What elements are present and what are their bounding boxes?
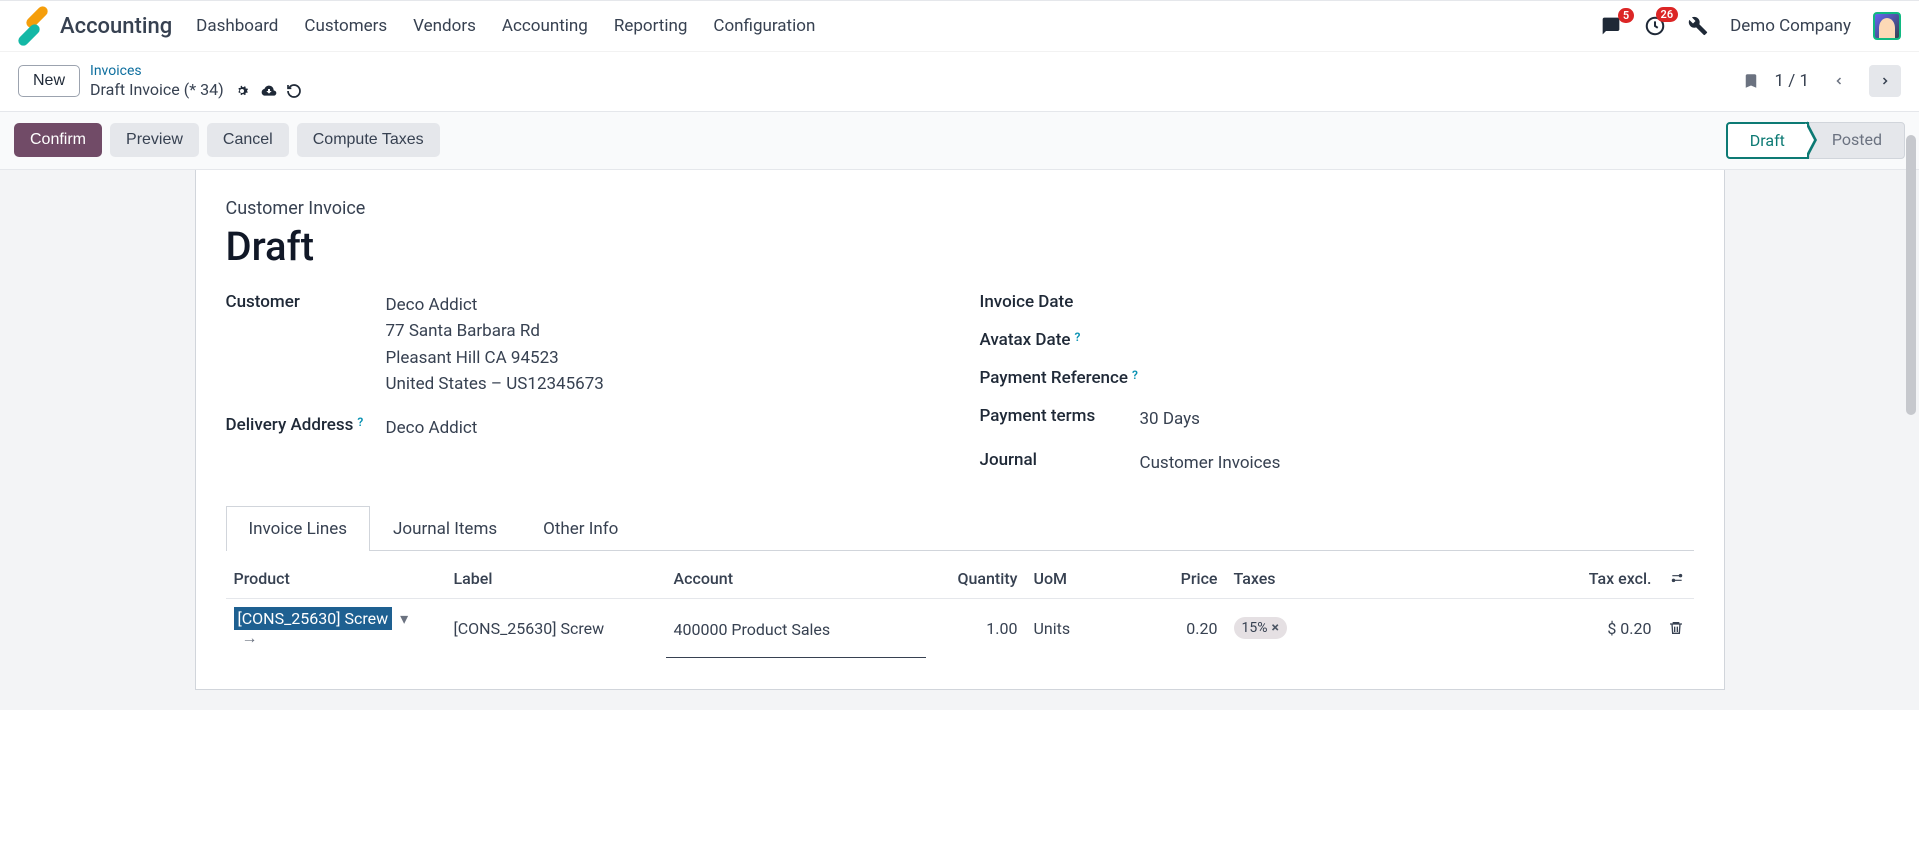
activities-icon[interactable]: 26 (1644, 15, 1666, 37)
invoice-lines-table: Product Label Account Quantity UoM Price… (226, 559, 1694, 659)
col-account[interactable]: Account (666, 559, 926, 599)
col-product[interactable]: Product (226, 559, 446, 599)
value-avatax-date[interactable] (1140, 330, 1694, 350)
top-navbar: Accounting Dashboard Customers Vendors A… (0, 0, 1919, 52)
columns-adjust-icon[interactable] (1668, 571, 1686, 585)
label-avatax-date: Avatax Date? (980, 330, 1140, 350)
pager-prev[interactable] (1823, 65, 1855, 97)
cell-product[interactable]: [CONS_25630] Screw (234, 607, 393, 630)
breadcrumb-current: Draft Invoice (* 34) (90, 80, 224, 101)
dropdown-caret-icon[interactable]: ▾ (400, 609, 408, 628)
tab-journal-items[interactable]: Journal Items (370, 506, 520, 551)
value-payment-terms[interactable]: 30 Days (1140, 406, 1694, 432)
gear-icon[interactable] (234, 83, 250, 99)
pager: 1 / 1 (1742, 65, 1901, 97)
cell-account[interactable]: 400000 Product Sales (666, 598, 926, 658)
col-uom[interactable]: UoM (1026, 559, 1146, 599)
cell-quantity[interactable]: 1.00 (926, 598, 1026, 658)
label-invoice-date: Invoice Date (980, 292, 1140, 312)
main-menu: Dashboard Customers Vendors Accounting R… (196, 16, 1600, 36)
statusbar: Confirm Preview Cancel Compute Taxes Dra… (0, 111, 1919, 170)
col-quantity[interactable]: Quantity (926, 559, 1026, 599)
cancel-button[interactable]: Cancel (207, 123, 289, 157)
menu-accounting[interactable]: Accounting (502, 16, 588, 36)
record-kind: Customer Invoice (226, 198, 1694, 219)
confirm-button[interactable]: Confirm (14, 123, 102, 157)
form-sheet: Customer Invoice Draft Customer Deco Add… (195, 170, 1725, 690)
record-title: Draft (226, 223, 1694, 270)
cell-price[interactable]: 0.20 (1146, 598, 1226, 658)
menu-vendors[interactable]: Vendors (413, 16, 476, 36)
user-avatar[interactable] (1873, 12, 1901, 40)
tools-icon[interactable] (1688, 16, 1708, 36)
activities-badge: 26 (1656, 7, 1679, 22)
state-posted[interactable]: Posted (1809, 122, 1905, 159)
menu-reporting[interactable]: Reporting (614, 16, 688, 36)
delete-row-icon[interactable] (1668, 619, 1686, 637)
status-widget: Draft Posted (1726, 122, 1905, 159)
control-panel: New Invoices Draft Invoice (* 34) 1 / 1 (0, 52, 1919, 111)
label-delivery: Delivery Address? (226, 415, 386, 441)
breadcrumb-parent[interactable]: Invoices (90, 62, 302, 80)
value-journal[interactable]: Customer Invoices (1140, 450, 1694, 476)
preview-button[interactable]: Preview (110, 123, 199, 157)
new-button[interactable]: New (18, 65, 80, 97)
tab-invoice-lines[interactable]: Invoice Lines (226, 506, 371, 551)
value-invoice-date[interactable] (1140, 292, 1694, 312)
tab-other-info[interactable]: Other Info (520, 506, 641, 551)
table-row[interactable]: [CONS_25630] Screw ▾ → [CONS_25630] Scre… (226, 598, 1694, 658)
cloud-save-icon[interactable] (260, 83, 276, 99)
label-payment-ref: Payment Reference? (980, 368, 1140, 388)
menu-configuration[interactable]: Configuration (713, 16, 815, 36)
discard-icon[interactable] (286, 83, 302, 99)
tax-chip[interactable]: 15%× (1234, 617, 1287, 639)
company-name[interactable]: Demo Company (1730, 16, 1851, 36)
help-icon[interactable]: ? (1132, 368, 1138, 382)
tabs: Invoice Lines Journal Items Other Info (226, 505, 1694, 551)
external-link-icon[interactable]: → (242, 628, 258, 647)
pager-text[interactable]: 1 / 1 (1774, 71, 1809, 91)
messages-icon[interactable]: 5 (1600, 16, 1622, 36)
col-tax-excl[interactable]: Tax excl. (1366, 559, 1660, 599)
col-price[interactable]: Price (1146, 559, 1226, 599)
label-customer: Customer (226, 292, 386, 397)
remove-tax-icon[interactable]: × (1272, 620, 1279, 636)
help-icon[interactable]: ? (1074, 330, 1080, 344)
value-delivery[interactable]: Deco Addict (386, 415, 940, 441)
state-draft[interactable]: Draft (1726, 122, 1809, 159)
menu-customers[interactable]: Customers (304, 16, 387, 36)
scrollbar[interactable] (1906, 135, 1916, 415)
pager-next[interactable] (1869, 65, 1901, 97)
value-payment-ref[interactable] (1140, 368, 1694, 388)
messages-badge: 5 (1618, 8, 1634, 23)
cell-label[interactable]: [CONS_25630] Screw (446, 598, 666, 658)
app-logo[interactable] (18, 12, 46, 40)
menu-dashboard[interactable]: Dashboard (196, 16, 278, 36)
bookmark-icon[interactable] (1742, 70, 1760, 92)
compute-taxes-button[interactable]: Compute Taxes (297, 123, 440, 157)
col-taxes[interactable]: Taxes (1226, 559, 1366, 599)
app-name[interactable]: Accounting (60, 14, 172, 39)
breadcrumb: Invoices Draft Invoice (* 34) (90, 62, 302, 101)
help-icon[interactable]: ? (357, 415, 363, 429)
cell-tax-excl: $ 0.20 (1366, 598, 1660, 658)
cell-uom[interactable]: Units (1026, 598, 1146, 658)
label-payment-terms: Payment terms (980, 406, 1140, 432)
topright: 5 26 Demo Company (1600, 12, 1901, 40)
value-customer[interactable]: Deco Addict 77 Santa Barbara Rd Pleasant… (386, 292, 940, 397)
col-label[interactable]: Label (446, 559, 666, 599)
label-journal: Journal (980, 450, 1140, 476)
